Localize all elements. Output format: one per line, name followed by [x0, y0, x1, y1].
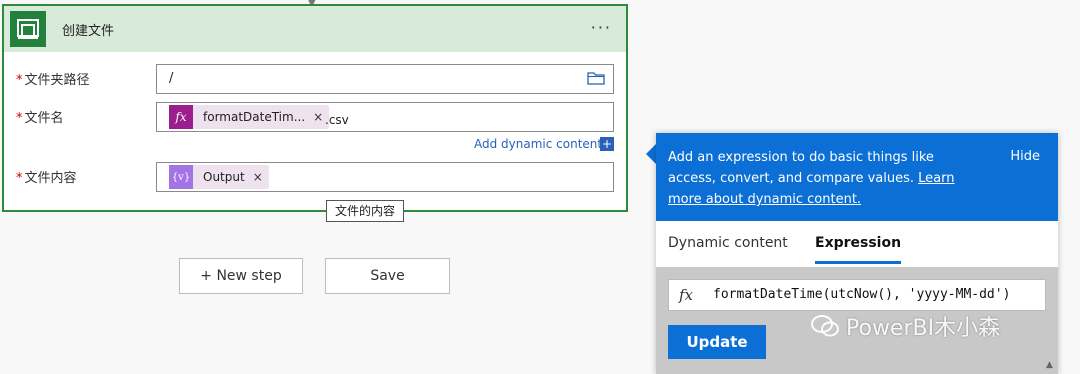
file-content-input[interactable]: {v} Output ×: [156, 162, 614, 192]
tab-dynamic-content[interactable]: Dynamic content: [668, 235, 788, 261]
panel-info-text: Add an expression to do basic things lik…: [668, 150, 934, 186]
action-card-create-file: 创建文件 ··· * 文件夹路径 / * 文件名 fx formatDateTim.…: [2, 4, 628, 212]
update-button[interactable]: Update: [668, 325, 766, 359]
remove-token-button[interactable]: ×: [253, 170, 263, 184]
watermark-text: PowerBI木小森: [846, 316, 1001, 341]
field-label-content: * 文件内容: [16, 171, 77, 186]
variable-icon: {v}: [169, 165, 193, 189]
onedrive-folder-icon: [10, 11, 46, 47]
hide-panel-button[interactable]: Hide: [1010, 149, 1040, 164]
card-header[interactable]: 创建文件 ···: [4, 6, 626, 52]
folder-path-input[interactable]: /: [156, 64, 614, 94]
panel-info-banner: Add an expression to do basic things lik…: [656, 133, 1058, 221]
folder-picker-icon[interactable]: [587, 71, 605, 85]
fx-icon: fx: [169, 105, 193, 129]
scroll-up-arrow-icon[interactable]: ▲: [1046, 360, 1053, 370]
expression-value: formatDateTime(utcNow(), 'yyyy-MM-dd'): [713, 287, 1011, 302]
token-label: Output: [203, 170, 245, 184]
file-extension: .csv: [325, 113, 349, 127]
add-dynamic-plus-icon[interactable]: +: [600, 137, 614, 151]
remove-token-button[interactable]: ×: [313, 110, 323, 124]
watermark: PowerBI木小森: [810, 310, 1000, 342]
wechat-icon: [811, 315, 839, 337]
file-name-input[interactable]: fx formatDateTim... × .csv: [156, 102, 614, 132]
add-dynamic-content-link[interactable]: Add dynamic content: [474, 137, 602, 151]
new-step-button[interactable]: + New step: [179, 258, 303, 294]
card-title: 创建文件: [62, 23, 115, 39]
panel-caret: [646, 144, 656, 164]
panel-tabs: Dynamic content Expression: [656, 221, 1058, 267]
expression-input[interactable]: fx formatDateTime(utcNow(), 'yyyy-MM-dd'…: [668, 279, 1046, 311]
save-button[interactable]: Save: [325, 258, 450, 294]
field-label-folder: * 文件夹路径: [16, 73, 90, 88]
token-label: formatDateTim...: [203, 110, 306, 124]
field-tooltip: 文件的内容: [326, 200, 405, 222]
variable-token[interactable]: {v} Output ×: [169, 165, 269, 189]
folder-path-value: /: [169, 71, 174, 86]
tab-expression[interactable]: Expression: [815, 235, 902, 264]
expression-token[interactable]: fx formatDateTim... ×: [169, 105, 330, 129]
fx-icon: fx: [679, 286, 694, 304]
field-label-filename: * 文件名: [16, 111, 64, 126]
more-options-icon[interactable]: ···: [591, 18, 612, 37]
